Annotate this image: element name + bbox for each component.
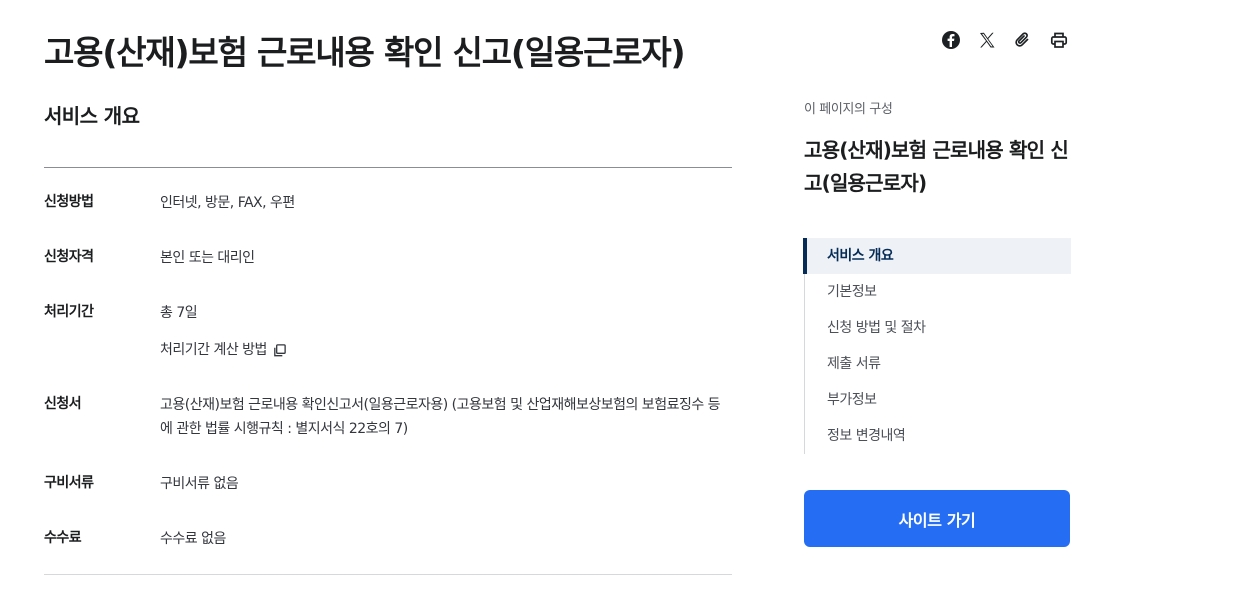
overview-row-form: 신청서 고용(산재)보험 근로내용 확인신고서(일용근로자용) (고용보험 및 … bbox=[44, 362, 732, 441]
page-title: 고용(산재)보험 근로내용 확인 신고(일용근로자) bbox=[44, 33, 686, 72]
overview-label: 처리기간 bbox=[44, 304, 94, 320]
overview-label: 수수료 bbox=[44, 530, 82, 546]
section-title: 서비스 개요 bbox=[44, 104, 140, 128]
toc-item-application-procedure[interactable]: 신청 방법 및 절차 bbox=[805, 310, 1071, 346]
overview-row-documents: 구비서류 구비서류 없음 bbox=[44, 441, 732, 496]
overview-value: 수수료 없음 bbox=[160, 531, 226, 547]
clip-icon bbox=[1015, 32, 1029, 47]
printer-icon bbox=[1050, 32, 1068, 48]
toc-item-service-overview[interactable]: 서비스 개요 bbox=[803, 238, 1071, 274]
overview-value: 총 7일 처리기간 계산 방법 bbox=[160, 301, 732, 362]
toc-item-change-history[interactable]: 정보 변경내역 bbox=[805, 418, 1071, 454]
overview-value: 인터넷, 방문, FAX, 우편 bbox=[160, 195, 295, 211]
x-share-button[interactable] bbox=[976, 29, 998, 51]
overview-value: 구비서류 없음 bbox=[160, 476, 239, 492]
service-overview-table: 신청방법 인터넷, 방문, FAX, 우편 신청자격 본인 또는 대리인 처리기… bbox=[44, 167, 732, 575]
go-to-site-button[interactable]: 사이트 가기 bbox=[804, 490, 1070, 547]
processing-time-calc-link[interactable]: 처리기간 계산 방법 bbox=[160, 338, 732, 362]
overview-label: 신청방법 bbox=[44, 194, 94, 210]
toc-nav: 서비스 개요 기본정보 신청 방법 및 절차 제출 서류 부가정보 정보 변경내… bbox=[803, 238, 1071, 454]
processing-time-calc-label: 처리기간 계산 방법 bbox=[160, 342, 267, 358]
overview-row-fee: 수수료 수수료 없음 bbox=[44, 496, 732, 574]
toc-title: 고용(산재)보험 근로내용 확인 신고(일용근로자) bbox=[804, 138, 1069, 195]
copy-link-button[interactable] bbox=[1012, 29, 1034, 51]
processing-time-value: 총 7일 bbox=[160, 305, 198, 321]
facebook-icon bbox=[942, 31, 960, 49]
overview-value: 고용(산재)보험 근로내용 확인신고서(일용근로자용) (고용보험 및 산업재해… bbox=[160, 397, 721, 437]
toc-item-documents[interactable]: 제출 서류 bbox=[805, 346, 1071, 382]
x-icon bbox=[980, 32, 995, 48]
overview-label: 신청서 bbox=[44, 396, 82, 412]
overview-row-eligibility: 신청자격 본인 또는 대리인 bbox=[44, 215, 732, 270]
toc-item-basic-info[interactable]: 기본정보 bbox=[805, 274, 1071, 310]
toc-item-additional-info[interactable]: 부가정보 bbox=[805, 382, 1071, 418]
toc-caption: 이 페이지의 구성 bbox=[804, 102, 893, 117]
share-toolbar bbox=[940, 29, 1070, 51]
overview-value: 본인 또는 대리인 bbox=[160, 250, 255, 266]
facebook-share-button[interactable] bbox=[940, 29, 962, 51]
overview-label: 구비서류 bbox=[44, 475, 94, 491]
overview-label: 신청자격 bbox=[44, 249, 94, 265]
copy-icon bbox=[274, 343, 286, 356]
print-button[interactable] bbox=[1048, 29, 1070, 51]
overview-row-processing-time: 처리기간 총 7일 처리기간 계산 방법 bbox=[44, 270, 732, 362]
overview-row-method: 신청방법 인터넷, 방문, FAX, 우편 bbox=[44, 168, 732, 215]
